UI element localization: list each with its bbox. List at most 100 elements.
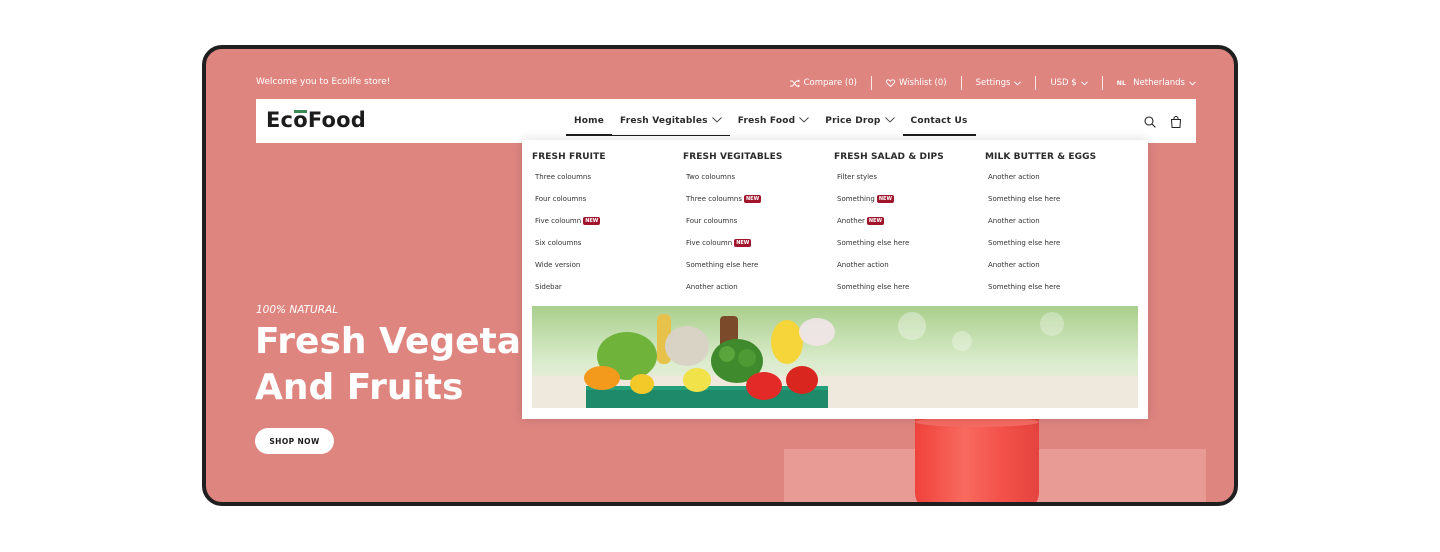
mega-link-label: Another action xyxy=(988,217,1040,225)
nav-price-drop-label: Price Drop xyxy=(825,116,881,126)
shop-now-button[interactable]: SHOP NOW xyxy=(255,428,334,454)
shuffle-icon xyxy=(789,79,800,88)
heart-icon xyxy=(885,79,895,87)
shopping-bag-icon[interactable] xyxy=(1170,113,1182,132)
mega-link[interactable]: Another action xyxy=(683,280,834,302)
mega-link[interactable]: Five coloumn NEW xyxy=(683,236,834,258)
mega-link[interactable]: Another action xyxy=(985,170,1136,192)
mega-link[interactable]: Another NEW xyxy=(834,214,985,236)
mega-link[interactable]: Five coloumn NEW xyxy=(532,214,683,236)
nav-fresh-food-label: Fresh Food xyxy=(737,116,796,126)
new-badge: NEW xyxy=(583,217,601,225)
chevron-down-icon xyxy=(711,116,722,126)
nav-contact-us[interactable]: Contact Us xyxy=(902,99,976,143)
mega-column-heading: FRESH FRUITE xyxy=(532,152,606,162)
mega-link-label: Another action xyxy=(686,283,738,291)
produce-banner-image[interactable] xyxy=(532,306,1138,408)
mega-link-label: Five coloumn xyxy=(535,217,582,225)
language-dropdown[interactable]: NL Netherlands xyxy=(1103,78,1196,88)
compare-link[interactable]: Compare (0) xyxy=(776,78,871,88)
currency-dropdown[interactable]: USD $ xyxy=(1036,78,1101,88)
new-badge: NEW xyxy=(734,239,752,247)
chevron-down-icon xyxy=(799,116,810,126)
mega-link[interactable]: Another action xyxy=(834,258,985,280)
nav-home[interactable]: Home xyxy=(566,99,612,143)
mega-link-label: Six coloumns xyxy=(535,239,582,247)
welcome-text: Welcome you to Ecolife store! xyxy=(256,77,391,87)
new-badge: NEW xyxy=(743,195,762,203)
logo[interactable]: EcoFood xyxy=(266,108,366,132)
currency-label: USD $ xyxy=(1050,78,1077,88)
mega-link-label: Three coloumns xyxy=(535,173,591,181)
mega-link-label: Something else here xyxy=(837,283,910,291)
search-icon[interactable] xyxy=(1144,113,1156,132)
main-navbar: EcoFood Home Fresh Vegitables Fresh Food… xyxy=(256,99,1196,143)
mega-column-heading: MILK BUTTER & EGGS xyxy=(985,152,1097,162)
new-badge: NEW xyxy=(876,195,894,203)
top-bar-links: Compare (0) Wishlist (0) Settings USD $ xyxy=(776,75,1196,91)
nav-home-label: Home xyxy=(574,116,604,126)
mega-link[interactable]: Something else here xyxy=(985,236,1136,258)
mega-link-label: Something else here xyxy=(988,283,1061,291)
mega-link[interactable]: Six coloumns xyxy=(532,236,683,258)
mega-link[interactable]: Three coloumns xyxy=(532,170,683,192)
mega-link[interactable]: Something else here xyxy=(985,192,1136,214)
mega-link[interactable]: Two coloumns xyxy=(683,170,834,192)
mega-link-label: Five coloumn xyxy=(686,239,733,247)
mega-link[interactable]: Something else here xyxy=(834,280,985,302)
mega-link[interactable]: Four coloumns xyxy=(532,192,683,214)
chevron-down-icon xyxy=(1189,80,1196,86)
mega-link-label: Four coloumns xyxy=(686,217,738,225)
hero-title: Fresh Vegetab And Fruits xyxy=(255,319,555,411)
mega-column-milk-butter-eggs: MILK BUTTER & EGGS Another action Someth… xyxy=(985,152,1136,302)
top-bar: Welcome you to Ecolife store! Compare (0… xyxy=(256,75,1196,91)
mega-link[interactable]: Three coloumns NEW xyxy=(683,192,834,214)
mega-link[interactable]: Wide version xyxy=(532,258,683,280)
mega-link[interactable]: Something else here xyxy=(985,280,1136,302)
mega-link[interactable]: Something else here xyxy=(683,258,834,280)
mega-column-fresh-salad-dips: FRESH SALAD & DIPS Filter styles Somethi… xyxy=(834,152,985,302)
mega-link[interactable]: Four coloumns xyxy=(683,214,834,236)
nav-icons xyxy=(1144,113,1182,132)
mega-link[interactable]: Another action xyxy=(985,214,1136,236)
mega-column-fresh-fruite: FRESH FRUITE Three coloumns Four coloumn… xyxy=(532,152,683,302)
mega-link-label: Another action xyxy=(837,261,889,269)
wishlist-label: Wishlist (0) xyxy=(898,78,947,88)
settings-dropdown[interactable]: Settings xyxy=(962,78,1036,88)
mega-column-fresh-vegitables: FRESH VEGITABLES Two coloumns Three colo… xyxy=(683,152,834,302)
logo-text: Ec xyxy=(266,108,294,132)
juice-glass-image xyxy=(915,419,1039,502)
wishlist-link[interactable]: Wishlist (0) xyxy=(872,78,961,88)
flag-icon: NL xyxy=(1116,79,1127,87)
hero-section: Welcome you to Ecolife store! Compare (0… xyxy=(206,49,1234,502)
mega-link[interactable]: Sidebar xyxy=(532,280,683,302)
mega-link[interactable]: Something else here xyxy=(834,236,985,258)
compare-label: Compare (0) xyxy=(803,78,857,88)
mega-link[interactable]: Filter styles xyxy=(834,170,985,192)
device-frame: Welcome you to Ecolife store! Compare (0… xyxy=(202,45,1238,506)
mega-link-label: Four coloumns xyxy=(535,195,587,203)
mega-link-label: Something xyxy=(837,195,875,203)
mega-menu-dropdown: FRESH FRUITE Three coloumns Four coloumn… xyxy=(522,140,1148,419)
mega-link-label: Another action xyxy=(988,261,1040,269)
mega-menu-columns: FRESH FRUITE Three coloumns Four coloumn… xyxy=(532,152,1136,302)
new-badge: NEW xyxy=(866,217,884,225)
language-label: Netherlands xyxy=(1133,78,1185,88)
mega-link[interactable]: Another action xyxy=(985,258,1136,280)
nav-contact-us-label: Contact Us xyxy=(910,116,968,126)
mega-link-label: Something else here xyxy=(988,239,1061,247)
mega-link-label: Something else here xyxy=(837,239,910,247)
chevron-down-icon xyxy=(1080,80,1088,86)
mega-link-label: Wide version xyxy=(535,261,581,269)
mega-link[interactable]: Something NEW xyxy=(834,192,985,214)
logo-accent: o xyxy=(293,108,308,132)
nav-price-drop[interactable]: Price Drop xyxy=(817,99,902,143)
hero-title-line-1: Fresh Vegetab xyxy=(255,321,547,362)
mega-link-label: Sidebar xyxy=(535,283,562,291)
hero-tag: 100% NATURAL xyxy=(256,304,339,316)
nav-fresh-vegitables[interactable]: Fresh Vegitables xyxy=(612,99,730,143)
hero-title-line-2: And Fruits xyxy=(255,367,464,408)
main-menu: Home Fresh Vegitables Fresh Food Price D… xyxy=(566,99,976,143)
nav-fresh-food[interactable]: Fresh Food xyxy=(730,99,818,143)
mega-link-label: Another xyxy=(837,217,865,225)
